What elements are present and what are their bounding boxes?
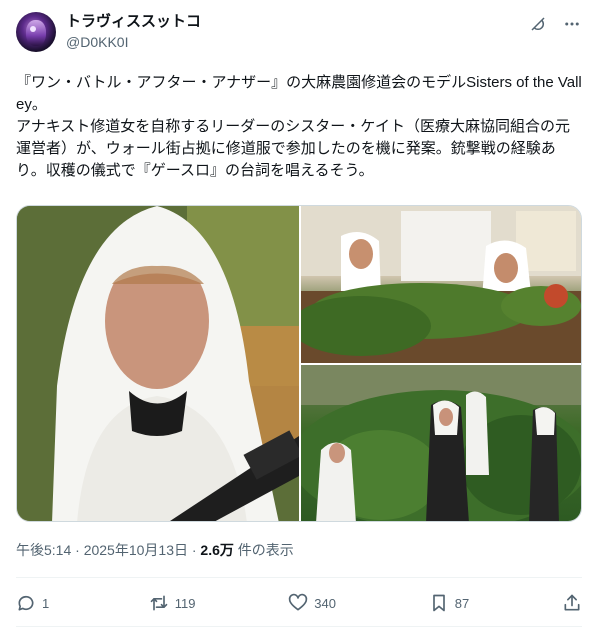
- divider-top: [16, 577, 582, 578]
- more-icon[interactable]: [562, 14, 582, 34]
- tweet-meta: 午後5:14 · 2025年10月13日 · 2.6万 件の表示: [16, 540, 294, 560]
- share-icon: [564, 594, 580, 611]
- photo-nuns-in-garden[interactable]: [301, 365, 581, 521]
- like-button[interactable]: 340: [288, 593, 336, 613]
- author-block[interactable]: トラヴィススットコ @D0KK0I: [66, 12, 201, 52]
- like-count: 340: [314, 595, 336, 611]
- bookmark-icon: [432, 594, 445, 612]
- timestamp[interactable]: 午後5:14 · 2025年10月13日 ·: [16, 542, 200, 558]
- views-label: 件の表示: [233, 542, 294, 558]
- grok-icon[interactable]: [528, 14, 548, 34]
- reply-button[interactable]: 1: [16, 593, 56, 613]
- avatar-figure: [26, 20, 46, 46]
- display-name[interactable]: トラヴィススットコ: [66, 12, 201, 32]
- heart-icon: [289, 593, 308, 611]
- photo-nun-with-rifle[interactable]: [17, 206, 299, 521]
- media-grid: [16, 205, 582, 522]
- reply-icon: [18, 595, 34, 611]
- photo-nuns-trimming[interactable]: [301, 206, 581, 363]
- header-icons: [528, 12, 582, 36]
- action-bar: 1 119 340 87: [16, 588, 582, 618]
- bookmark-button[interactable]: 87: [429, 593, 469, 613]
- views-count[interactable]: 2.6万: [200, 542, 233, 558]
- retweet-count: 119: [174, 595, 196, 611]
- handle[interactable]: @D0KK0I: [66, 32, 201, 52]
- avatar[interactable]: [16, 12, 56, 52]
- tweet-text: 『ワン・バトル・アフター・アナザー』の大麻農園修道会のモデルSisters of…: [16, 74, 582, 179]
- avatar-highlight: [30, 26, 36, 32]
- retweet-icon: [150, 595, 168, 611]
- retweet-button[interactable]: 119: [149, 593, 196, 613]
- share-button[interactable]: [562, 593, 582, 613]
- reply-count: 1: [42, 595, 50, 611]
- tweet-header: トラヴィススットコ @D0KK0I: [16, 12, 582, 56]
- bookmark-count: 87: [454, 595, 470, 611]
